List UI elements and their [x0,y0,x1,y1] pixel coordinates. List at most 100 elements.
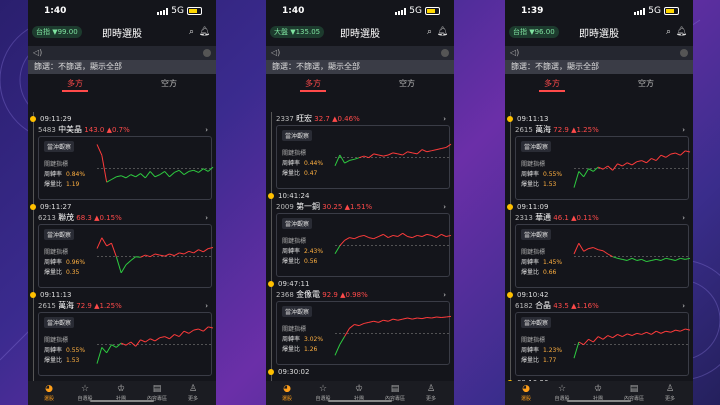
card-label: 當沖觀察 [44,317,75,328]
price-segment [116,175,122,178]
timeline-dot-icon [30,204,36,210]
stock-card[interactable]: 當沖觀察 關鍵指標 周轉率 0.84% 爆量比 1.19 [38,136,214,200]
card-label: 當沖觀察 [44,141,75,152]
stock-row[interactable]: 2337 旺宏 32.7 ▲0.46% › [276,114,450,124]
search-icon[interactable]: ⌕ [666,27,671,37]
turnover-row: 周轉率 2.43% [282,246,323,255]
burst-label: 爆量比 [521,357,540,364]
burst-value: 0.47 [304,170,318,177]
stock-card[interactable]: 當沖觀察 關鍵指標 周轉率 2.43% 爆量比 0.56 [276,213,452,277]
price-segment [159,336,165,339]
burst-row: 爆量比 0.47 [282,168,317,177]
price-segment [583,338,589,346]
price-segment [656,258,662,261]
bell-icon[interactable]: 🔔︎ [676,27,687,37]
price-segment [607,335,613,339]
price-segment [685,150,691,153]
timeline-time: 09:11:13 [507,114,548,124]
search-icon[interactable]: ⌕ [189,27,194,37]
stock-row[interactable]: 2615 萬海 72.9 ▲1.25% › [38,301,212,311]
stock-row[interactable]: 2615 萬海 72.9 ▲1.25% › [515,125,689,135]
stock-card[interactable]: 當沖觀察 關鍵指標 周轉率 0.55% 爆量比 1.53 [515,136,691,200]
price-segment [174,252,180,257]
stock-card[interactable]: 當沖觀察 關鍵指標 周轉率 0.96% 爆量比 0.35 [38,224,214,288]
status-icons: 5G [634,6,679,16]
tab-long[interactable]: 多方 [505,78,599,89]
price-segment [159,170,165,176]
nav-item-0[interactable]: ◕ 選股 [34,383,64,402]
bell-icon[interactable]: 🔔︎ [199,27,210,37]
price-segment [164,253,170,257]
close-icon[interactable] [203,49,211,57]
stock-feed[interactable]: 09:12:21 09:11:29 5483 中美晶 143.0 ▲0.7% › 當沖觀… [28,112,216,381]
stock-card[interactable]: 當沖觀察 關鍵指標 周轉率 3.02% 爆量比 1.26 [276,301,452,365]
battery-icon [425,7,440,15]
stock-feed[interactable]: 11:10:012337 旺宏 32.7 ▲0.46%›當沖觀察關鍵指標周轉率0… [266,112,454,381]
chevron-right-icon[interactable]: › [443,114,446,124]
stock-row[interactable]: 2313 華通 46.1 ▲0.11% › [515,213,689,223]
filter-bar[interactable]: 篩選：不篩選，顯示全部 [266,60,454,74]
stock-card[interactable]: 當沖觀察 關鍵指標 周轉率 1.23% 爆量比 1.77 [515,312,691,376]
stock-card[interactable]: 當沖觀察 關鍵指標 周轉率 1.45% 爆量比 0.66 [515,224,691,288]
chevron-right-icon[interactable]: › [443,202,446,212]
price-segment [188,169,194,172]
timeline-dot-icon [268,369,274,375]
intraday-chart [96,237,214,274]
chevron-right-icon[interactable]: › [443,290,446,300]
status-icons: 5G [395,6,440,16]
chevron-right-icon[interactable]: › [682,125,685,135]
crown-icon: ♔ [593,384,603,394]
stock-feed[interactable]: 09:11:27 09:11:13 2615 萬海 72.9 ▲1.25% › 當沖觀察… [505,112,693,381]
chevron-right-icon[interactable]: › [682,213,685,223]
chevron-right-icon[interactable]: › [205,125,208,135]
price-segment [665,330,671,333]
person-icon: ♙ [188,384,198,394]
chevron-right-icon[interactable]: › [205,301,208,311]
nav-item-4[interactable]: ♙ 更多 [178,383,208,402]
tab-short[interactable]: 空方 [122,78,216,89]
timeline-dot-icon [30,116,36,122]
stock-row[interactable]: 6182 合晶 43.5 ▲1.16% › [515,301,689,311]
nav-item-0[interactable]: ◕ 選股 [511,383,541,402]
person-icon: ♙ [665,384,675,394]
chevron-right-icon[interactable]: › [682,301,685,311]
stock-code: 2615 [38,302,56,310]
tab-long[interactable]: 多方 [266,78,360,89]
nav-item-0[interactable]: ◕ 選股 [272,383,302,402]
price-segment [646,259,652,263]
filter-bar[interactable]: 篩選：不篩選，顯示全部 [505,60,693,74]
turnover-value: 2.43% [304,248,324,255]
price-segment [106,242,112,247]
price-segment [626,162,633,166]
stock-card[interactable]: 當沖觀察 關鍵指標 周轉率 0.55% 爆量比 1.53 [38,312,214,376]
stock-row[interactable]: 2009 第一銅 30.25 ▲1.51% › [276,202,450,212]
timeline-time: 09:11:27 [30,202,71,212]
price-segment [402,317,408,320]
tab-long[interactable]: 多方 [28,78,122,89]
nav-item-4[interactable]: ♙ 更多 [416,383,446,402]
close-icon[interactable] [680,49,688,57]
price-segment [198,168,204,173]
timeline-time-text: 09:11:13 [517,115,549,123]
turnover-row: 周轉率 0.84% [44,169,85,178]
search-icon[interactable]: ⌕ [427,27,432,37]
bell-icon[interactable]: 🔔︎ [437,27,448,37]
filter-bar[interactable]: 篩選：不篩選，顯示全部 [28,60,216,74]
price-segment [641,160,647,164]
stock-code: 2337 [276,115,294,123]
app-header: 大盤 ▼135.05 即時選股 ⌕ 🔔︎ [266,22,454,44]
turnover-value: 3.02% [304,336,324,343]
stock-code: 2615 [515,126,533,134]
stock-row[interactable]: 5483 中美晶 143.0 ▲0.7% › [38,125,212,135]
price-segment [183,330,190,334]
stock-card[interactable]: 當沖觀察 關鍵指標 周轉率 0.44% 爆量比 0.47 [276,125,452,189]
tab-short[interactable]: 空方 [599,78,693,89]
stock-row[interactable]: 6213 聯茂 68.3 ▲0.15% › [38,213,212,223]
price-segment [685,257,691,260]
tab-short[interactable]: 空方 [360,78,454,89]
stock-row[interactable]: 2368 金像電 92.9 ▲0.98% › [276,290,450,300]
price-segment [436,148,442,151]
close-icon[interactable] [441,49,449,57]
nav-item-4[interactable]: ♙ 更多 [655,383,685,402]
chevron-right-icon[interactable]: › [205,213,208,223]
